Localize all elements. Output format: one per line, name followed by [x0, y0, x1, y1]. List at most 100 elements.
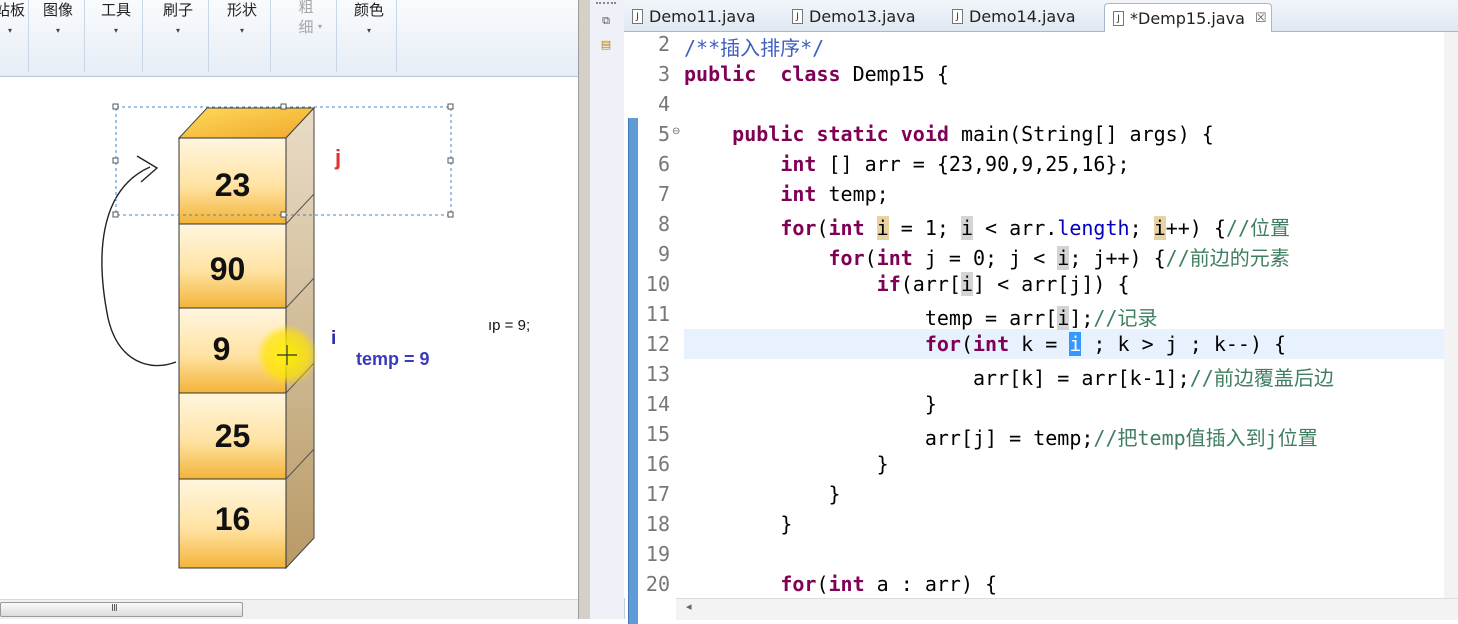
code-token: i — [1057, 246, 1070, 270]
code-token: //把temp值插入到j位置 — [1093, 426, 1318, 450]
code-token: i — [1057, 306, 1070, 330]
line-number: 10 — [645, 272, 670, 296]
scroll-left-icon[interactable]: ◂ — [686, 600, 692, 613]
code-line-11: temp = arr[i];//记录 — [684, 302, 1158, 331]
line-number: 11 — [645, 302, 670, 326]
ribbon-label: 图像 — [42, 1, 73, 19]
line-number: 4 — [657, 92, 670, 116]
code-token: i — [1069, 332, 1082, 356]
code-line-3: public class Demp15 { — [684, 62, 949, 86]
line-number: 13 — [645, 362, 670, 386]
scrollbar-thumb[interactable]: III — [0, 602, 243, 617]
tab-demp15[interactable]: J *Demp15.java ☒ — [1104, 3, 1272, 32]
line-number: 20 — [645, 572, 670, 596]
ribbon-colors[interactable]: 颜色 ▾ — [342, 0, 397, 72]
editor-vertical-scrollbar[interactable] — [1444, 32, 1458, 598]
code-token: j = 0; j < — [912, 246, 1058, 270]
code-token: ( — [816, 216, 829, 240]
line-number: 7 — [657, 182, 670, 206]
code-token: temp; — [816, 182, 889, 206]
ribbon-clipboard[interactable]: 站板 ▾ — [0, 0, 29, 72]
ribbon-size[interactable]: 粗 细 ▾ — [276, 0, 337, 72]
tab-demo11[interactable]: J Demo11.java — [624, 3, 782, 30]
label-j: j — [335, 145, 342, 170]
code-token: for — [828, 246, 865, 270]
code-line-5: public static void main(String[] args) { — [684, 122, 1214, 146]
ribbon-brushes[interactable]: 刷子 ▾ — [148, 0, 209, 72]
eclipse-window: ⧉ ▤ J Demo11.java J Demo13.java J Demo14… — [590, 0, 1458, 624]
line-number: 16 — [645, 452, 670, 476]
code-line-6: int [] arr = {23,90,9,25,16}; — [684, 152, 1129, 176]
ribbon-shapes[interactable]: 形状 ▾ — [214, 0, 271, 72]
code-token: //前边的元素 — [1165, 246, 1290, 270]
code-token: (arr[ — [900, 272, 961, 296]
code-editor[interactable]: 2 3 4 5 6 7 8 9 10 11 12 13 14 15 16 17 … — [624, 32, 1458, 624]
cube-value: 23 — [214, 167, 251, 203]
tab-demo14[interactable]: J Demo14.java — [944, 3, 1102, 30]
curve-arrow — [101, 166, 177, 367]
code-token: i — [876, 216, 889, 240]
line-number: 12 — [645, 332, 670, 356]
tab-label: *Demp15.java — [1130, 8, 1245, 28]
code-token: Demp15 { — [840, 62, 949, 86]
code-token: public — [684, 62, 757, 86]
drawing-canvas[interactable]: 23 90 9 25 16 j i temp = 9 ıp = 9; — [0, 77, 578, 599]
cube-value: 90 — [209, 251, 246, 287]
chevron-down-icon: ▾ — [55, 26, 60, 35]
close-icon[interactable]: ☒ — [1255, 11, 1267, 26]
tab-label: Demo13.java — [809, 7, 916, 26]
code-token: if — [876, 272, 901, 296]
fold-collapse-icon[interactable]: ⊖ — [672, 126, 680, 137]
restore-icon[interactable]: ⧉ — [598, 14, 614, 28]
code-token: = 1; — [888, 216, 961, 240]
partial-text: ıp = 9; — [488, 317, 531, 334]
paint-horizontal-scrollbar[interactable]: III — [0, 599, 578, 619]
code-token: int — [828, 216, 865, 240]
code-line-8: for(int i = 1; i < arr.length; i++) {//位… — [684, 212, 1290, 241]
code-token: ; j++) { — [1069, 246, 1166, 270]
ribbon-label: 站板 — [0, 1, 25, 19]
cube-value: 16 — [214, 501, 251, 537]
code-token: for — [780, 216, 817, 240]
code-line-7: int temp; — [684, 182, 889, 206]
code-token: < arr. — [973, 216, 1058, 240]
drag-handle-icon[interactable] — [596, 2, 616, 4]
code-line-17: } — [684, 482, 840, 506]
label-i: i — [331, 328, 337, 349]
code-token: class — [780, 62, 841, 86]
ribbon-tools[interactable]: 工具 ▾ — [90, 0, 143, 72]
scroll-grip: III — [111, 603, 118, 614]
tab-label: Demo11.java — [649, 7, 756, 26]
line-number: 18 — [645, 512, 670, 536]
tab-demo13[interactable]: J Demo13.java — [784, 3, 942, 30]
code-token: } — [684, 452, 889, 476]
paint-ribbon: 站板 ▾ 图像 ▾ 工具 ▾ 刷子 ▾ 形状 ▾ 粗 细 ▾ 颜色 ▾ — [0, 0, 578, 77]
line-number: 15 — [645, 422, 670, 446]
ribbon-image[interactable]: 图像 ▾ — [32, 0, 85, 72]
outline-icon[interactable]: ▤ — [598, 38, 614, 52]
code-token: //前边覆盖后边 — [1189, 366, 1334, 390]
code-token: } — [684, 512, 793, 536]
code-line-18: } — [684, 512, 792, 536]
ribbon-label: 刷子 — [162, 1, 193, 19]
line-number: 6 — [657, 152, 670, 176]
line-number: 17 — [645, 482, 670, 506]
code-token: ]; — [1069, 306, 1094, 330]
drawing-svg — [101, 103, 454, 570]
code-token: temp = arr[ — [684, 306, 1058, 330]
line-number: 14 — [645, 392, 670, 416]
code-line-14: } — [684, 392, 937, 416]
chevron-down-icon: ▾ — [239, 26, 244, 35]
editor-horizontal-scrollbar[interactable]: ◂ — [676, 598, 1458, 620]
code-token: ; k > j ; k--) { — [1081, 332, 1287, 356]
code-token: for — [924, 332, 961, 356]
java-file-icon: J — [632, 9, 643, 24]
